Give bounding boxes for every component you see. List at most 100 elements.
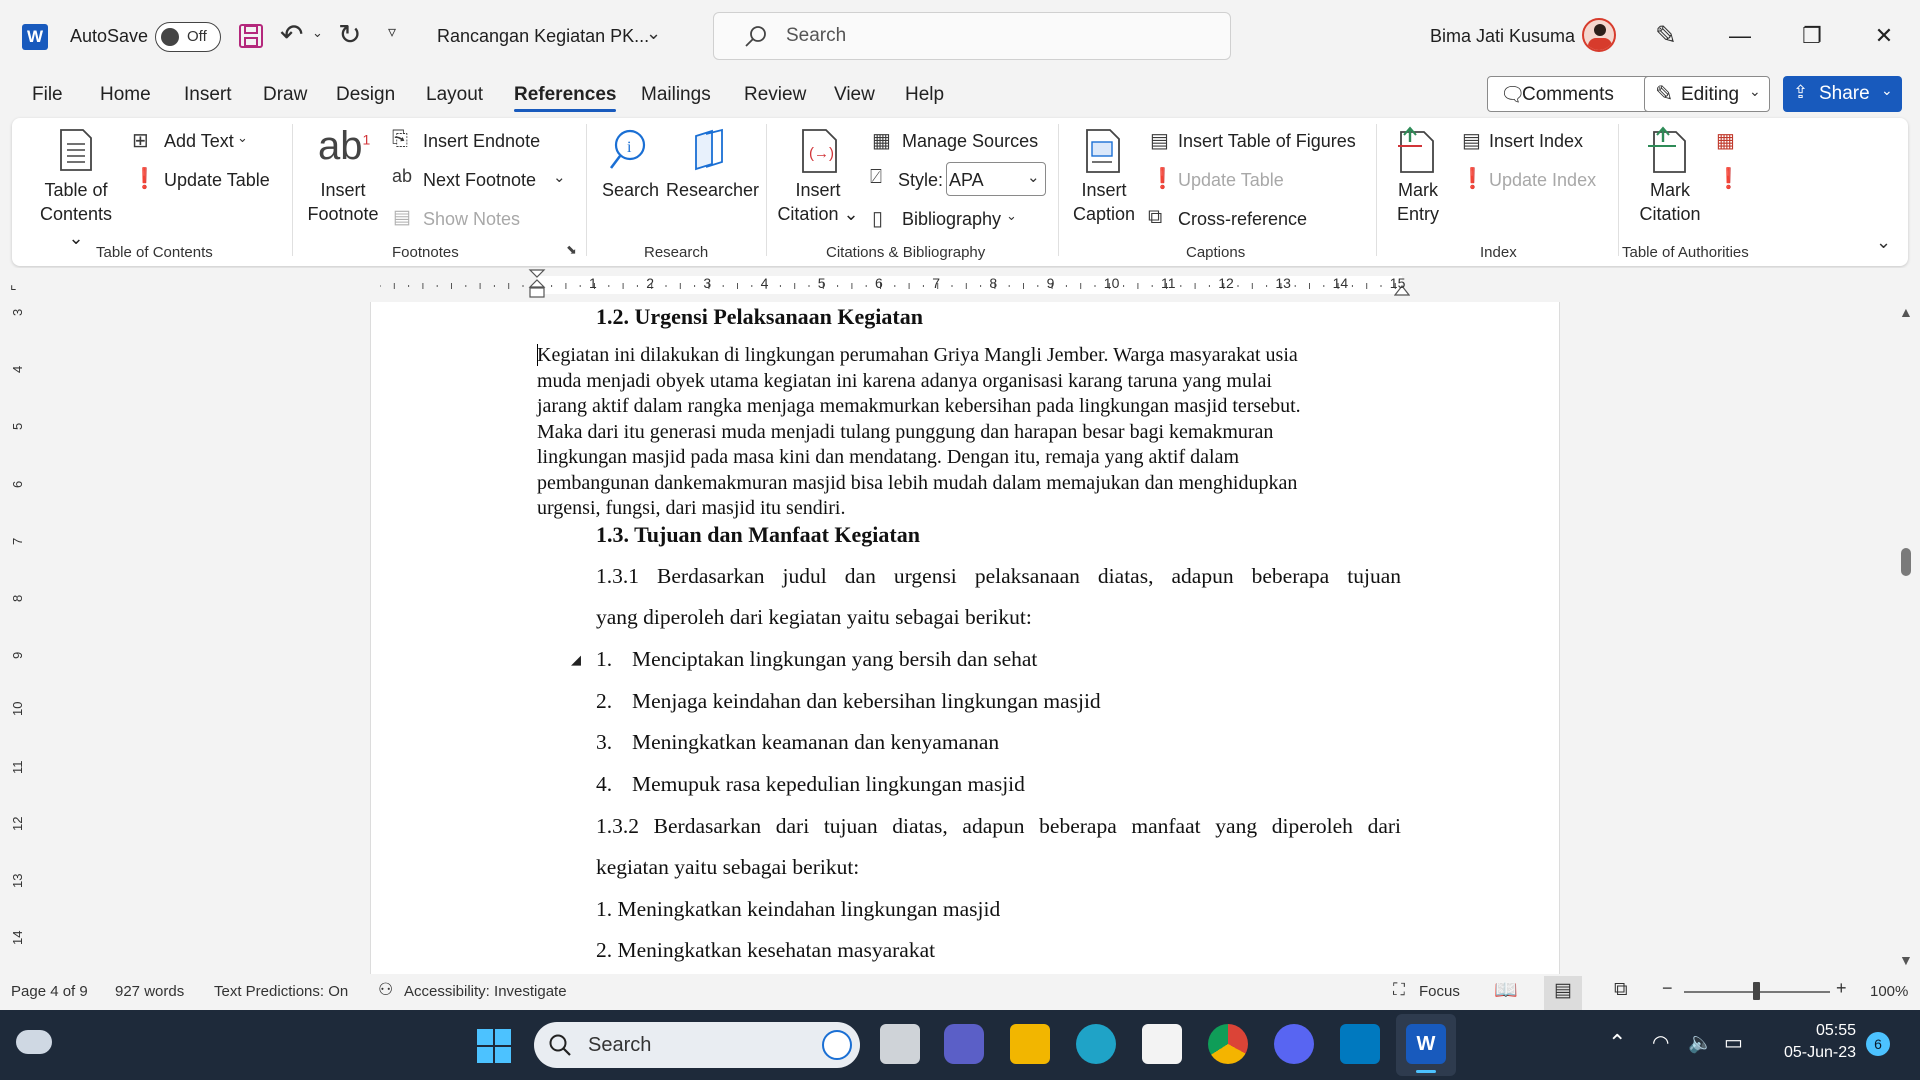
designer-pen-icon[interactable]: ✎: [1655, 20, 1677, 51]
teams-icon[interactable]: [944, 1024, 984, 1064]
add-text-button[interactable]: Add Text: [164, 131, 234, 152]
tab-view[interactable]: View: [834, 84, 875, 106]
restore-button[interactable]: ❐: [1792, 18, 1832, 54]
avatar[interactable]: [1582, 18, 1616, 52]
focus-button[interactable]: Focus: [1419, 983, 1460, 1000]
style-select[interactable]: APA ⌄: [946, 162, 1046, 196]
read-mode-icon[interactable]: 📖: [1494, 978, 1518, 1002]
ruler-number: 11: [1161, 275, 1176, 291]
word-taskbar-icon[interactable]: W: [1406, 1024, 1446, 1064]
manage-sources-button[interactable]: Manage Sources: [902, 131, 1038, 152]
cross-reference-button[interactable]: Cross-reference: [1178, 209, 1307, 230]
autosave-toggle[interactable]: Off: [155, 22, 221, 52]
tab-selector-icon[interactable]: ⌞: [10, 276, 17, 293]
indent-marker-icon[interactable]: [528, 268, 546, 300]
bibliography-button[interactable]: Bibliography: [902, 209, 1001, 230]
tab-insert[interactable]: Insert: [184, 84, 232, 106]
file-explorer-icon[interactable]: [1010, 1024, 1050, 1064]
search-box[interactable]: Search: [713, 12, 1231, 60]
share-button[interactable]: ⇪ Share ⌄: [1783, 76, 1902, 112]
accessibility-status[interactable]: Accessibility: Investigate: [404, 983, 567, 1000]
insert-table-of-figures-button[interactable]: Insert Table of Figures: [1178, 131, 1356, 152]
insert-footnote-button[interactable]: Insert Footnote: [302, 178, 384, 226]
task-view-icon[interactable]: [880, 1024, 920, 1064]
update-table-figures-button[interactable]: Update Table: [1178, 170, 1284, 191]
scroll-up-icon[interactable]: ▲: [1899, 304, 1913, 320]
insert-caption-icon: [1086, 129, 1120, 173]
tab-help[interactable]: Help: [905, 84, 944, 106]
customize-qat-icon[interactable]: ▿: [388, 22, 396, 42]
undo-icon[interactable]: ↶: [280, 18, 303, 51]
chevron-up-icon[interactable]: ⌃: [1608, 1030, 1626, 1056]
store-icon[interactable]: [1142, 1024, 1182, 1064]
save-icon[interactable]: [238, 23, 264, 49]
discord-icon[interactable]: [1274, 1024, 1314, 1064]
document-page[interactable]: 1.2. Urgensi Pelaksanaan Kegiatan Kegiat…: [370, 302, 1560, 974]
wifi-icon[interactable]: ◠: [1652, 1030, 1669, 1055]
update-table-button[interactable]: Update Table: [164, 170, 270, 191]
trello-icon[interactable]: [1340, 1024, 1380, 1064]
title-dropdown-icon[interactable]: ⌄: [646, 23, 661, 44]
next-footnote-button[interactable]: Next Footnote: [423, 170, 536, 191]
show-notes-button[interactable]: Show Notes: [423, 209, 520, 230]
collapse-triangle-icon[interactable]: ◢: [571, 652, 581, 668]
collapse-ribbon-icon[interactable]: ⌄: [1876, 232, 1891, 253]
web-layout-icon[interactable]: ⧉: [1614, 979, 1628, 1001]
bibliography-dropdown-icon[interactable]: ⌄: [1006, 208, 1017, 224]
tab-file[interactable]: File: [32, 84, 63, 106]
tab-mailings[interactable]: Mailings: [641, 84, 711, 106]
zoom-level[interactable]: 100%: [1870, 983, 1908, 1000]
user-name[interactable]: Bima Jati Kusuma: [1430, 26, 1575, 47]
undo-dropdown-icon[interactable]: ⌄: [312, 25, 323, 41]
insert-citation-button[interactable]: Insert Citation ⌄: [776, 178, 860, 226]
battery-icon[interactable]: ▭: [1724, 1030, 1743, 1055]
mark-citation-button[interactable]: Mark Citation: [1628, 178, 1712, 226]
text-predictions[interactable]: Text Predictions: On: [214, 983, 348, 1000]
zoom-out-icon[interactable]: −: [1662, 978, 1673, 999]
start-icon[interactable]: [476, 1028, 512, 1064]
clock-time[interactable]: 05:55: [1770, 1022, 1856, 1040]
edge-icon[interactable]: [1076, 1024, 1116, 1064]
taskbar-search[interactable]: Search: [534, 1022, 860, 1068]
page-count[interactable]: Page 4 of 9: [11, 983, 88, 1000]
researcher-button[interactable]: Researcher: [666, 180, 759, 201]
insert-index-button[interactable]: Insert Index: [1489, 131, 1583, 152]
notification-badge[interactable]: 6: [1866, 1032, 1890, 1056]
insert-endnote-button[interactable]: Insert Endnote: [423, 131, 540, 152]
document-title[interactable]: Rancangan Kegiatan PK...: [437, 26, 649, 47]
insert-caption-button[interactable]: Insert Caption: [1064, 178, 1144, 226]
update-table-authorities-icon[interactable]: ❗: [1716, 166, 1741, 191]
editing-button[interactable]: ✎ Editing ⌄: [1644, 76, 1770, 112]
update-index-button[interactable]: Update Index: [1489, 170, 1596, 191]
next-footnote-dropdown-icon[interactable]: ⌄: [553, 168, 566, 186]
weather-icon[interactable]: [16, 1030, 52, 1054]
print-layout-icon[interactable]: ▤: [1554, 979, 1572, 1002]
chrome-icon[interactable]: [1208, 1024, 1248, 1064]
scroll-down-icon[interactable]: ▼: [1899, 952, 1913, 968]
volume-icon[interactable]: 🔈: [1688, 1030, 1713, 1055]
tab-draw[interactable]: Draw: [263, 84, 307, 106]
close-button[interactable]: ✕: [1864, 18, 1904, 54]
zoom-in-icon[interactable]: +: [1836, 978, 1847, 999]
minimize-button[interactable]: —: [1720, 18, 1760, 54]
tab-review[interactable]: Review: [744, 84, 806, 106]
add-text-dropdown-icon[interactable]: ⌄: [237, 130, 248, 146]
title-bar: W AutoSave Off ↶ ⌄ ↻ ▿ Rancangan Kegiata…: [0, 0, 1920, 72]
zoom-slider-thumb[interactable]: [1753, 982, 1760, 1000]
word-count[interactable]: 927 words: [115, 983, 184, 1000]
footnotes-dialog-launcher-icon[interactable]: ⬊: [566, 242, 577, 258]
tab-references[interactable]: References: [514, 84, 617, 112]
tab-layout[interactable]: Layout: [426, 84, 483, 106]
scrollbar-thumb[interactable]: [1901, 548, 1911, 576]
paragraph-132-line1: 1.3.2 Berdasarkan dari tujuan diatas, ad…: [596, 814, 1401, 838]
mark-entry-line2: Entry: [1396, 204, 1439, 224]
redo-icon[interactable]: ↻: [338, 18, 361, 51]
table-of-contents-button[interactable]: Table of Contents ⌄: [36, 178, 116, 250]
comments-button[interactable]: 🗨 Comments: [1487, 76, 1663, 112]
mark-entry-button[interactable]: Mark Entry: [1380, 178, 1456, 226]
search-research-button[interactable]: Search: [602, 180, 659, 201]
clock-date[interactable]: 05-Jun-23: [1770, 1044, 1856, 1062]
tab-home[interactable]: Home: [100, 84, 151, 106]
insert-table-of-authorities-icon[interactable]: ▦: [1716, 128, 1735, 153]
tab-design[interactable]: Design: [336, 84, 395, 106]
